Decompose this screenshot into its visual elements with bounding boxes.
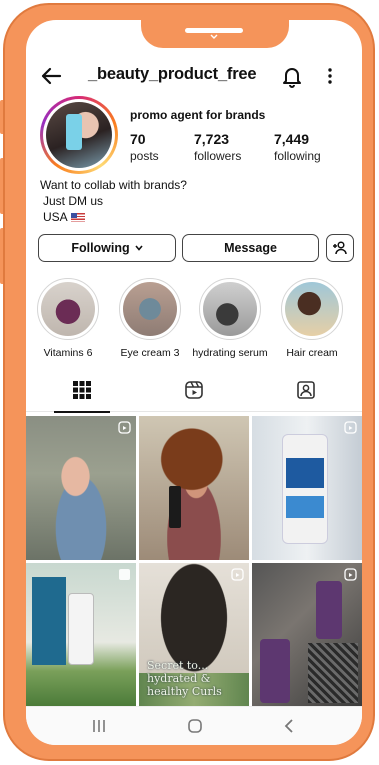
bell-icon[interactable] <box>281 64 303 88</box>
highlight-label: Vitamins 6 <box>43 347 93 359</box>
highlight-ring <box>119 278 181 340</box>
post-product-bottle <box>316 581 342 639</box>
stat-followers-value: 7,723 <box>194 131 230 147</box>
highlight-label: Eye cream 3 <box>120 347 180 359</box>
highlight-cover <box>41 282 95 336</box>
post-product-label <box>286 496 324 518</box>
highlight-ring <box>281 278 343 340</box>
top-bar: _beauty_product_free <box>26 62 362 90</box>
post-caption-overlay: Secret to... hydrated & healthy Curls <box>147 659 222 698</box>
post-thumbnail[interactable] <box>26 563 136 707</box>
post-product-bottle <box>260 639 290 703</box>
bio: Want to collab with brands? Just DM us U… <box>40 177 187 225</box>
message-button-label: Message <box>224 241 277 255</box>
reel-icon <box>231 568 244 581</box>
highlight-label: Hair cream <box>286 347 338 359</box>
stat-posts-value: 70 <box>130 131 146 147</box>
message-button[interactable]: Message <box>182 234 319 262</box>
tagged-icon <box>297 381 315 399</box>
more-vertical-icon[interactable] <box>326 66 334 86</box>
avatar-product-bottle <box>66 114 82 150</box>
grid-icon <box>73 381 91 399</box>
avatar <box>46 102 112 168</box>
highlight-cover <box>123 282 177 336</box>
multi-post-icon <box>119 569 130 580</box>
reel-icon <box>344 421 357 434</box>
avatar-border <box>43 99 115 171</box>
highlight-ring <box>199 278 261 340</box>
profile-avatar-story-ring[interactable] <box>40 96 118 174</box>
post-thumbnail[interactable]: Secret to... hydrated & healthy Curls <box>139 563 249 707</box>
highlight-cover <box>285 282 339 336</box>
home-icon[interactable] <box>186 717 204 735</box>
phone-screen: _beauty_product_free promo agent for bra… <box>26 20 362 745</box>
stat-following-value: 7,449 <box>274 131 310 147</box>
profile-tabs <box>26 374 362 413</box>
add-user-icon <box>333 241 347 255</box>
bio-line: USA <box>43 210 68 224</box>
highlight-ring <box>37 278 99 340</box>
stat-posts-label: posts <box>130 149 159 163</box>
posts-grid: Secret to... hydrated & healthy Curls <box>26 416 362 707</box>
chevron-down-icon <box>135 245 143 251</box>
post-product-box <box>32 577 66 665</box>
post-product-label <box>286 458 324 488</box>
highlight-hydrating-serum[interactable]: hydrating serum <box>190 278 270 359</box>
following-button[interactable]: Following <box>38 234 176 262</box>
stat-followers[interactable]: 7,723 followers <box>194 131 241 163</box>
post-hair-texture <box>308 643 358 703</box>
stat-followers-label: followers <box>194 149 242 163</box>
profile-username: _beauty_product_free <box>88 65 257 83</box>
post-thumbnail[interactable] <box>26 416 136 560</box>
chevron-down-icon <box>210 34 218 39</box>
bio-line: Want to collab with brands? <box>40 178 187 192</box>
highlight-vitamins[interactable]: Vitamins 6 <box>28 278 108 359</box>
post-product-bottle <box>282 434 328 544</box>
stat-following-label: following <box>274 149 321 163</box>
post-thumbnail[interactable] <box>252 416 362 560</box>
back-chevron-icon[interactable] <box>281 717 299 735</box>
bio-location: USA <box>40 209 187 225</box>
highlight-hair-cream[interactable]: Hair cream <box>272 278 352 359</box>
following-button-label: Following <box>71 241 130 255</box>
tab-posts-grid[interactable] <box>26 374 138 413</box>
tab-tagged[interactable] <box>250 374 362 412</box>
reel-icon <box>344 568 357 581</box>
add-user-button[interactable] <box>326 234 354 262</box>
post-thumbnail[interactable] <box>139 416 249 560</box>
post-product-bottle <box>68 593 94 665</box>
reels-icon <box>185 381 203 399</box>
highlight-cover <box>203 282 257 336</box>
tab-reels[interactable] <box>138 374 250 412</box>
stat-posts[interactable]: 70 posts <box>130 131 159 163</box>
post-thumbnail[interactable] <box>252 563 362 707</box>
phone-notch <box>141 20 289 48</box>
bio-title: promo agent for brands <box>130 108 266 122</box>
us-flag-icon <box>70 213 85 222</box>
recent-apps-icon[interactable] <box>90 717 108 735</box>
story-highlights: Vitamins 6 Eye cream 3 hydrating serum H… <box>26 278 362 359</box>
highlight-label: hydrating serum <box>192 347 268 359</box>
stat-following[interactable]: 7,449 following <box>274 131 321 163</box>
bio-line: Just DM us <box>43 194 104 208</box>
android-nav-bar <box>26 706 362 745</box>
back-arrow-icon[interactable] <box>40 66 62 86</box>
post-product-bottle <box>169 486 181 528</box>
reel-icon <box>118 421 131 434</box>
highlight-eye-cream[interactable]: Eye cream 3 <box>110 278 190 359</box>
